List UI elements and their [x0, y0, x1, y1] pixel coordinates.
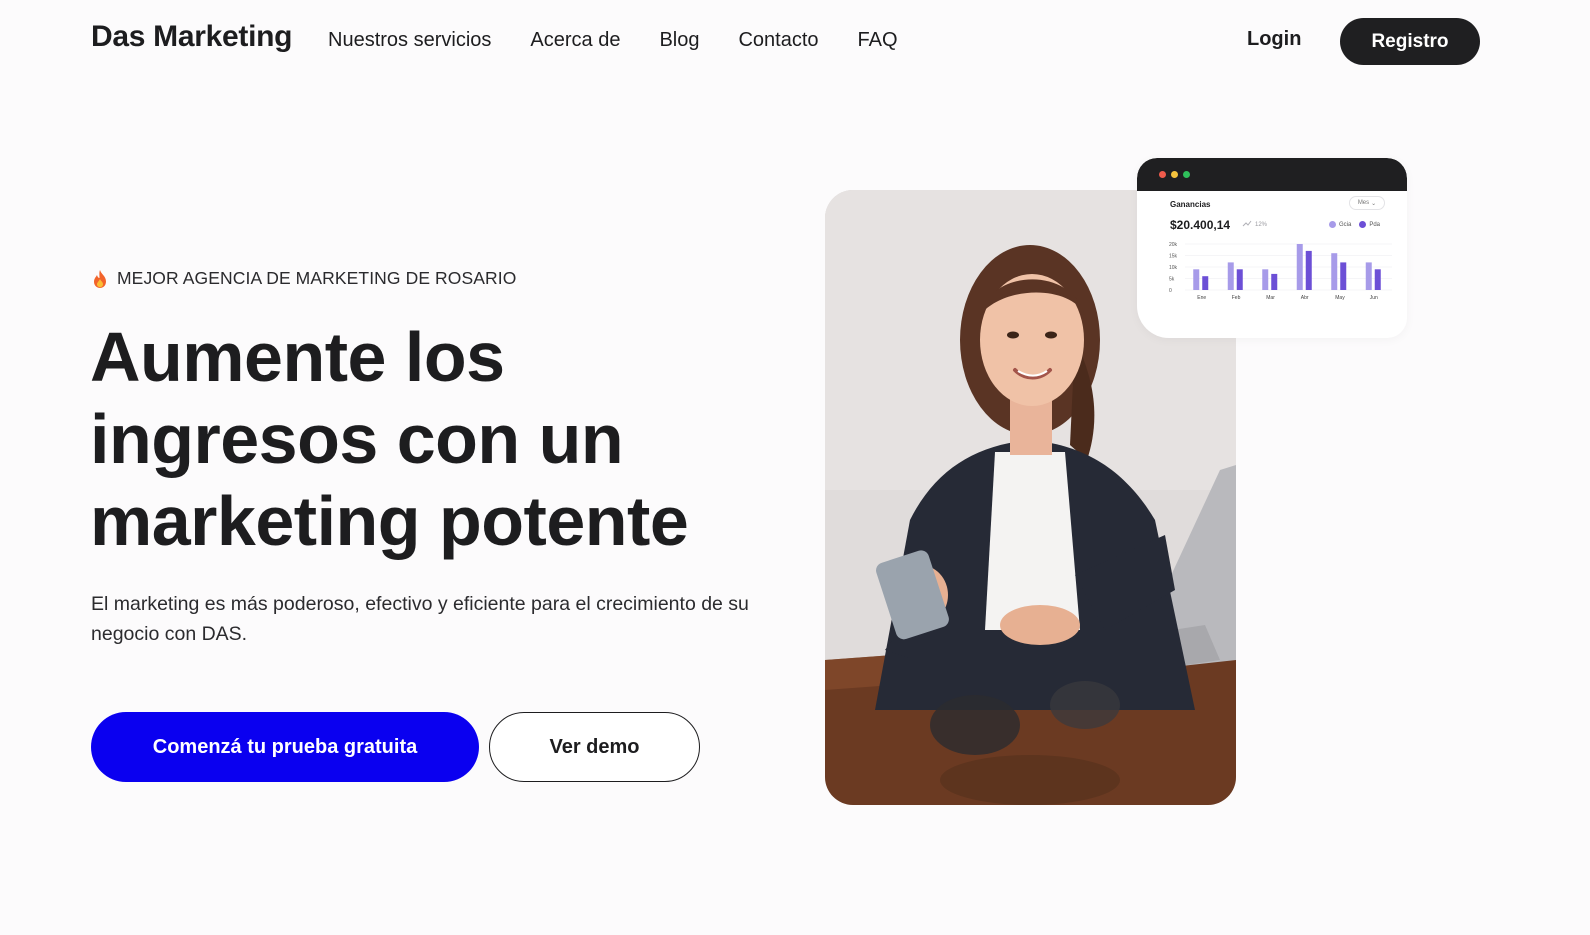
brand-logo[interactable]: Das Marketing: [91, 20, 292, 54]
eyebrow: MEJOR AGENCIA DE MARKETING DE ROSARIO: [91, 268, 516, 289]
headline-line-2: ingresos con un: [90, 400, 624, 478]
legend-item-gcia: Gcia: [1329, 221, 1351, 228]
window-dot-yellow: [1171, 171, 1178, 178]
view-demo-button[interactable]: Ver demo: [489, 712, 700, 782]
earnings-card: Ganancias Mes ⌄ $20.400,14 12% Gcia Pda …: [1137, 158, 1407, 338]
period-select-value: Mes: [1357, 200, 1370, 206]
trend-up-icon: [1242, 220, 1252, 229]
bar-gcia-feb: [1227, 262, 1234, 290]
legend-item-pda: Pda: [1359, 221, 1380, 228]
trend-indicator: 12%: [1242, 220, 1267, 229]
bar-pda-jun: [1374, 269, 1381, 290]
x-tick-label: May: [1335, 295, 1345, 301]
nav-link-acerca[interactable]: Acerca de: [530, 29, 620, 52]
nav-link-blog[interactable]: Blog: [659, 29, 699, 52]
y-tick-label: 20k: [1169, 242, 1178, 248]
y-tick-label: 0: [1169, 288, 1172, 294]
top-nav: Das Marketing Nuestros servicios Acerca …: [0, 0, 1590, 82]
x-tick-label: Ene: [1197, 295, 1206, 301]
nav-link-servicios[interactable]: Nuestros servicios: [328, 29, 491, 52]
y-tick-label: 10k: [1169, 265, 1178, 271]
bar-gcia-may: [1331, 253, 1338, 290]
window-dot-red: [1159, 171, 1166, 178]
headline-line-1: Aumente los: [90, 318, 505, 396]
card-title: Ganancias: [1170, 200, 1211, 209]
earnings-bar-chart: 20k 15k 10k 5k 0 Ene Feb Mar Abr May Jun: [1169, 242, 1392, 301]
x-tick-label: Mar: [1266, 295, 1275, 301]
chevron-down-icon: ⌄: [1371, 200, 1377, 207]
bar-gcia-abr: [1296, 244, 1303, 290]
login-link[interactable]: Login: [1247, 28, 1301, 51]
earnings-value: $20.400,14: [1170, 218, 1231, 232]
y-tick-label: 5k: [1169, 277, 1175, 283]
period-select[interactable]: Mes ⌄: [1349, 196, 1385, 210]
trend-value: 12%: [1255, 221, 1268, 228]
window-dot-green: [1183, 171, 1190, 178]
eyebrow-text: MEJOR AGENCIA DE MARKETING DE ROSARIO: [117, 268, 517, 288]
bar-gcia-ene: [1193, 269, 1200, 290]
x-tick-label: Abr: [1301, 295, 1309, 301]
headline-line-3: marketing potente: [90, 482, 689, 560]
bar-gcia-jun: [1365, 262, 1372, 290]
x-tick-label: Jun: [1370, 295, 1378, 301]
bar-pda-mar: [1271, 273, 1278, 290]
nav-link-contacto[interactable]: Contacto: [738, 29, 818, 52]
window-bar: [1137, 158, 1407, 191]
bar-pda-feb: [1236, 269, 1243, 290]
y-tick-label: 15k: [1169, 254, 1178, 260]
register-button[interactable]: Registro: [1340, 18, 1480, 65]
bar-pda-abr: [1305, 250, 1312, 290]
x-tick-label: Feb: [1232, 295, 1241, 301]
nav-links: Nuestros servicios Acerca de Blog Contac…: [328, 29, 898, 52]
bar-pda-may: [1340, 262, 1347, 290]
nav-link-faq[interactable]: FAQ: [858, 29, 898, 52]
fire-icon: [91, 269, 109, 289]
bar-gcia-mar: [1262, 269, 1269, 290]
start-trial-button[interactable]: Comenzá tu prueba gratuita: [91, 712, 479, 782]
hero-subtext: El marketing es más poderoso, efectivo y…: [91, 593, 749, 645]
bar-pda-ene: [1202, 276, 1209, 290]
chart-legend: Gcia Pda: [1329, 221, 1380, 228]
hero-headline: Aumente los ingresos con un marketing po…: [90, 316, 790, 562]
